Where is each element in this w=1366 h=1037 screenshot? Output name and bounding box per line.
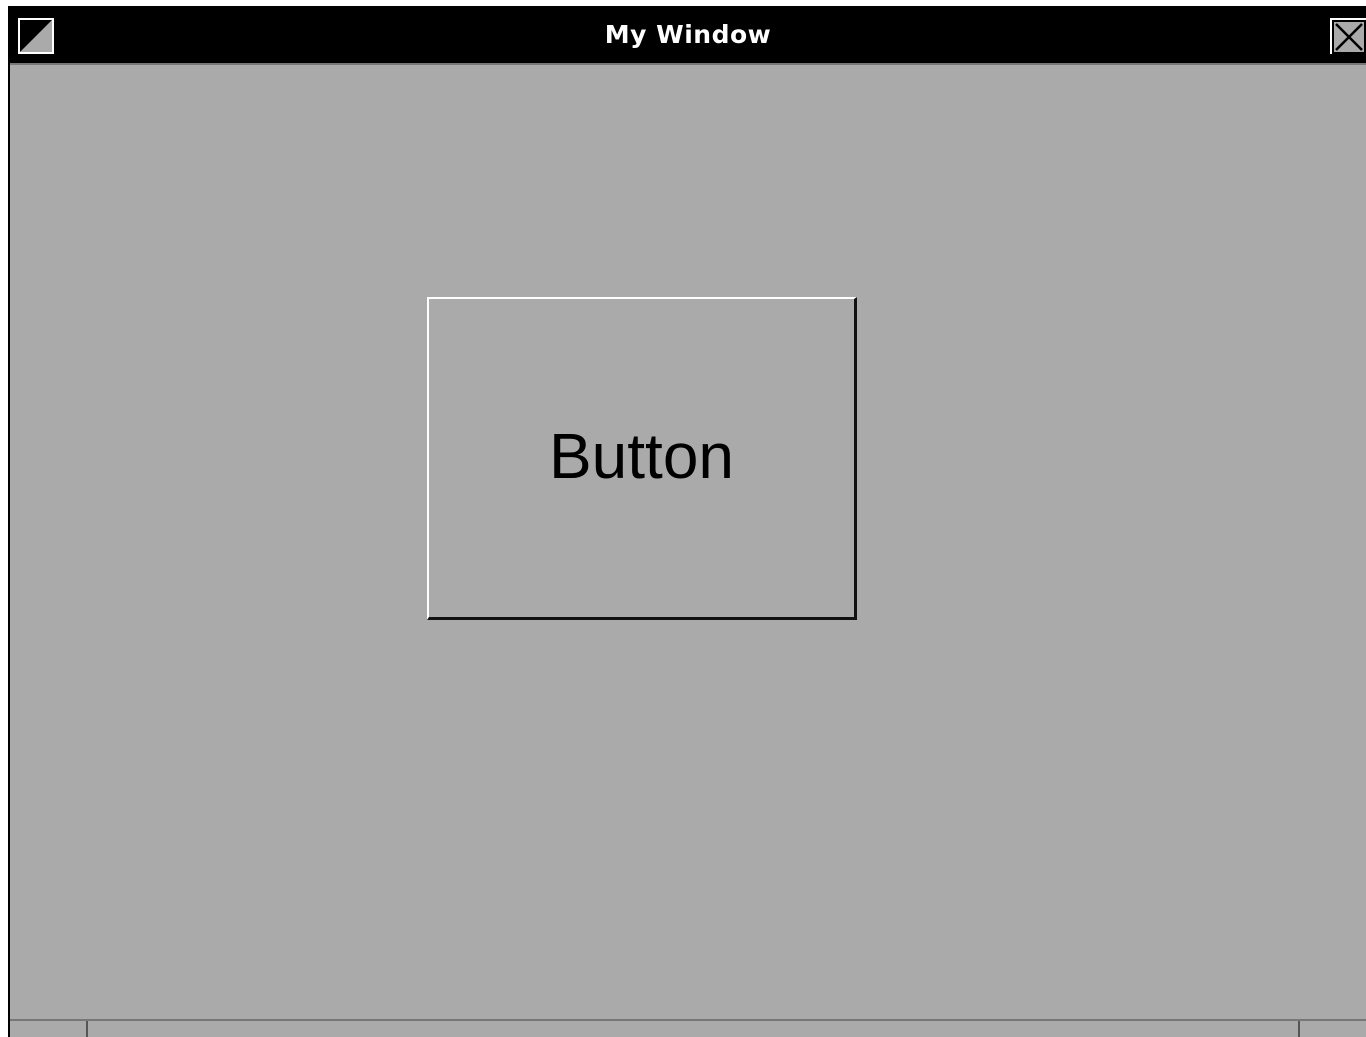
app-window: My Window Button bbox=[8, 6, 1366, 1037]
titlebar[interactable]: My Window bbox=[10, 8, 1366, 65]
window-content: Button bbox=[10, 65, 1366, 1037]
resize-handle-bottom-right[interactable] bbox=[1298, 1021, 1366, 1037]
resize-handle-bottom-left[interactable] bbox=[10, 1021, 88, 1037]
close-button[interactable] bbox=[1330, 18, 1366, 54]
close-icon bbox=[1332, 20, 1366, 54]
window-bottom-border[interactable] bbox=[10, 1019, 1366, 1037]
main-button-label: Button bbox=[548, 420, 735, 492]
window-title: My Window bbox=[604, 20, 772, 49]
main-button[interactable]: Button bbox=[427, 297, 857, 620]
